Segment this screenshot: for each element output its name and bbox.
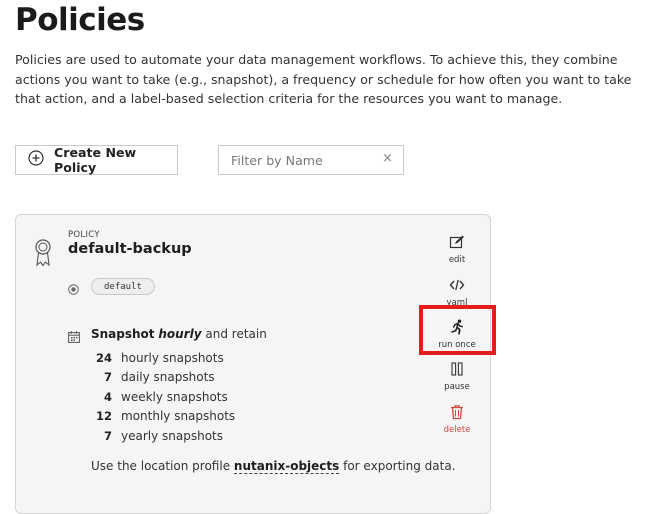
export-suffix: for exporting data. (343, 459, 456, 473)
retention-item: 7 yearly snapshots (88, 426, 235, 446)
export-summary: Use the location profile nutanix-objects… (91, 459, 456, 474)
retention-label: yearly snapshots (121, 428, 224, 443)
retention-item: 12 monthly snapshots (88, 407, 235, 427)
retention-count: 7 (103, 428, 112, 443)
snapshot-action: Snapshot (91, 327, 155, 341)
retention-item: 7 daily snapshots (88, 368, 235, 388)
policy-name: default-backup (68, 241, 192, 257)
retention-list: 24 hourly snapshots 7 daily snapshots 4 wee… (88, 348, 235, 446)
retention-item: 4 weekly snapshots (88, 387, 235, 407)
export-prefix: Use the location profile (91, 459, 231, 473)
edit-button[interactable]: edit (430, 234, 484, 265)
label-chip: default (91, 278, 155, 295)
retention-count: 4 (103, 389, 112, 404)
retention-count: 7 (103, 370, 112, 385)
policy-card: POLICY default-backup default Snapshot h… (15, 214, 491, 514)
pause-button[interactable]: pause (430, 361, 484, 392)
delete-label: delete (443, 425, 471, 435)
retention-label: weekly snapshots (121, 389, 228, 404)
clear-filter-icon[interactable]: × (382, 151, 393, 166)
retention-label: monthly snapshots (121, 409, 236, 424)
create-new-policy-button[interactable]: Create New Policy (15, 145, 178, 175)
delete-button[interactable]: delete (430, 404, 484, 435)
pause-label: pause (444, 382, 470, 392)
schedule-summary: Snapshot hourly and retain (91, 327, 267, 341)
pause-icon (449, 361, 465, 381)
target-icon (68, 280, 79, 295)
retention-label: daily snapshots (121, 370, 215, 385)
filter-by-name-input[interactable] (229, 151, 383, 169)
yaml-button[interactable]: yaml (430, 277, 484, 308)
retention-label: hourly snapshots (121, 350, 224, 365)
calendar-icon (68, 328, 80, 343)
retention-count: 12 (95, 409, 112, 424)
policy-kicker: POLICY (68, 230, 100, 240)
plus-circle-icon (28, 150, 44, 170)
snapshot-frequency: hourly (158, 327, 202, 341)
location-profile-link[interactable]: nutanix-objects (233, 459, 340, 474)
run-once-button[interactable]: run once (430, 319, 484, 350)
running-person-icon (449, 319, 465, 339)
retention-count: 24 (95, 350, 112, 365)
run-once-label: run once (438, 340, 476, 350)
code-icon (449, 277, 465, 297)
edit-label: edit (448, 255, 466, 265)
page-description: Policies are used to automate your data … (15, 52, 632, 106)
filter-box: × (218, 145, 404, 175)
create-new-policy-label: Create New Policy (54, 145, 137, 175)
page-title: Policies (15, 2, 145, 38)
yaml-label: yaml (446, 298, 468, 308)
retain-text: and retain (205, 327, 267, 341)
edit-icon (449, 234, 465, 254)
trash-icon (449, 404, 465, 424)
retention-item: 24 hourly snapshots (88, 348, 235, 368)
ribbon-icon (34, 239, 52, 267)
